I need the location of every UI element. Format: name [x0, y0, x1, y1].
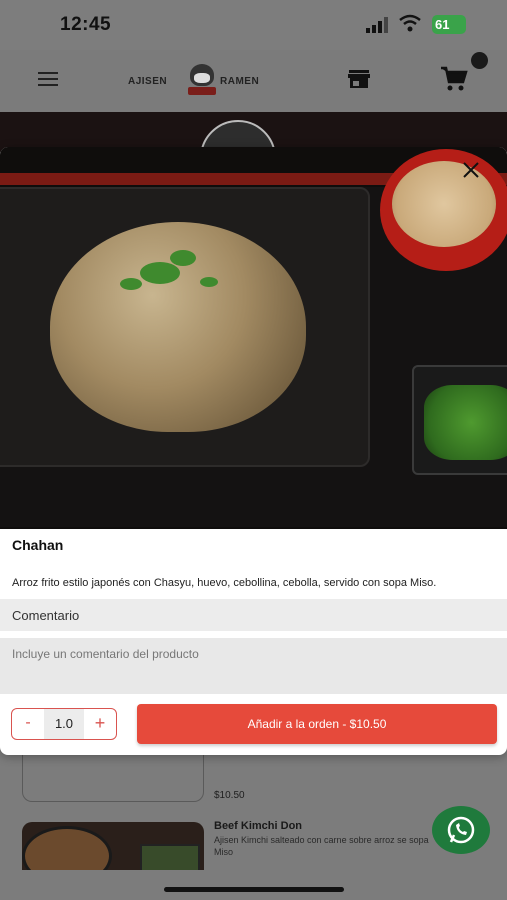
product-description: Arroz frito estilo japonés con Chasyu, h…	[12, 577, 437, 589]
beef-kimchi-don-image[interactable]	[22, 822, 204, 870]
close-icon[interactable]	[460, 159, 482, 181]
whatsapp-button[interactable]	[432, 806, 490, 854]
battery-indicator: 61	[432, 15, 466, 34]
product-title: Chahan	[12, 537, 64, 553]
hero-banner	[0, 112, 507, 152]
cart-badge	[471, 52, 488, 69]
quantity-value[interactable]: 1.0	[44, 709, 84, 739]
product-title[interactable]: Beef Kimchi Don	[214, 820, 302, 832]
status-bar: 12:45 61	[0, 0, 507, 50]
store-icon[interactable]	[348, 70, 370, 88]
product-list: $10.50 Beef Kimchi Don Ajisen Kimchi sal…	[0, 752, 507, 900]
comment-input[interactable]: Incluye un comentario del producto	[0, 638, 507, 694]
comment-section-header: Comentario	[0, 599, 507, 631]
status-time: 12:45	[60, 14, 112, 35]
comment-placeholder: Incluye un comentario del producto	[12, 647, 199, 661]
increase-quantity-button[interactable]: +	[84, 709, 116, 739]
product-modal: Chahan Arroz frito estilo japonés con Ch…	[0, 147, 507, 755]
quantity-stepper: - 1.0 +	[11, 708, 117, 740]
decrease-quantity-button[interactable]: -	[12, 709, 44, 739]
product-description: Ajisen Kimchi salteado con carne sobre a…	[214, 835, 429, 857]
product-card[interactable]	[22, 752, 204, 802]
ajisen-ramen-logo[interactable]: AJISEN RAMEN	[128, 62, 278, 102]
app-header: AJISEN RAMEN	[0, 50, 507, 112]
product-photo	[0, 147, 507, 529]
add-to-order-button[interactable]: Añadir a la orden - $10.50	[137, 704, 497, 744]
hamburger-menu-icon[interactable]	[38, 72, 58, 86]
shopping-cart-icon[interactable]	[440, 66, 468, 92]
signal-icon	[366, 17, 388, 33]
home-indicator	[164, 887, 344, 892]
product-price: $10.50	[214, 790, 245, 801]
wifi-icon	[399, 14, 421, 32]
comment-label: Comentario	[12, 608, 80, 623]
whatsapp-icon	[447, 816, 475, 844]
